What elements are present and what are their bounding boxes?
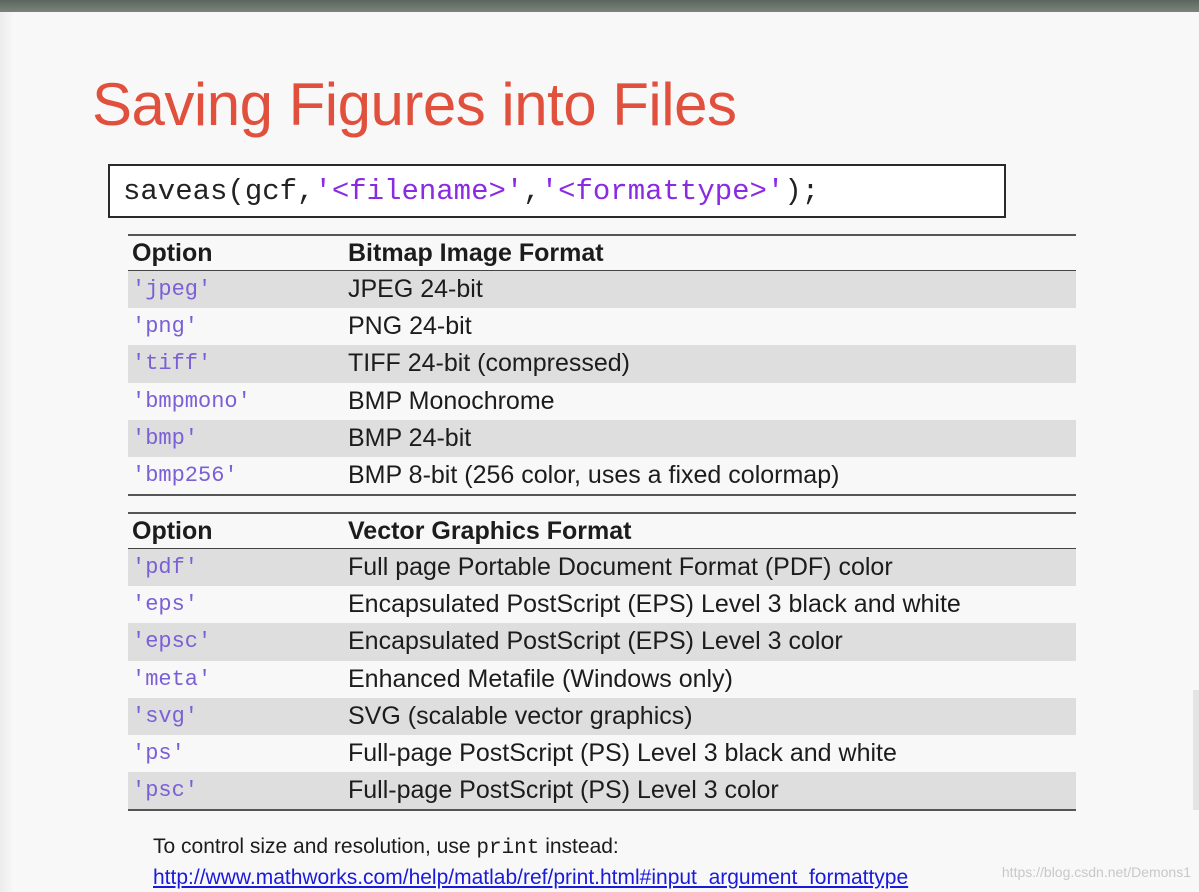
option-cell: 'epsc' [132,629,212,655]
table-header: Option Bitmap Image Format [128,234,1076,271]
format-cell: BMP 8-bit (256 color, uses a fixed color… [348,461,840,490]
bitmap-format-table: Option Bitmap Image Format 'jpeg' JPEG 2… [128,234,1076,497]
table-header: Option Vector Graphics Format [128,512,1076,549]
header-option: Option [132,238,213,267]
format-cell: Full page Portable Document Format (PDF)… [348,553,893,582]
slide-title: Saving Figures into Files [92,71,737,138]
left-edge-shadow [0,12,14,892]
format-cell: SVG (scalable vector graphics) [348,701,693,730]
table-row: 'bmpmono' BMP Monochrome [128,383,1076,420]
option-cell: 'tiff' [132,351,212,377]
footer-text-after: instead: [539,835,619,858]
table-row: 'eps' Encapsulated PostScript (EPS) Leve… [128,586,1076,623]
format-cell: BMP Monochrome [348,386,555,415]
documentation-link[interactable]: http://www.mathworks.com/help/matlab/ref… [153,866,908,890]
watermark: https://blog.csdn.net/Demons1 [1001,864,1191,880]
window-top-bar [0,0,1199,12]
table-row: 'png' PNG 24-bit [128,308,1076,345]
table-row: 'psc' Full-page PostScript (PS) Level 3 … [128,772,1076,810]
footer-text-before: To control size and resolution, use [153,835,477,858]
table-bottom-rule [128,809,1076,812]
code-filename-arg: '<filename>' [314,175,524,208]
format-cell: PNG 24-bit [348,312,472,341]
vector-format-table: Option Vector Graphics Format 'pdf' Full… [128,512,1076,812]
table-row: 'bmp256' BMP 8-bit (256 color, uses a fi… [128,457,1076,494]
option-cell: 'pdf' [132,555,199,581]
header-format: Vector Graphics Format [348,516,632,545]
table-row: 'bmp' BMP 24-bit [128,419,1076,457]
table-bottom-rule [128,494,1076,497]
table-row: 'pdf' Full page Portable Document Format… [128,549,1076,587]
format-cell: TIFF 24-bit (compressed) [348,349,631,378]
table-row: 'ps' Full-page PostScript (PS) Level 3 b… [128,735,1076,772]
option-cell: 'png' [132,314,199,340]
format-cell: Full-page PostScript (PS) Level 3 black … [348,739,897,768]
header-option: Option [132,516,213,545]
option-cell: 'ps' [132,741,185,767]
table-row: 'jpeg' JPEG 24-bit [128,271,1076,309]
format-cell: JPEG 24-bit [348,275,483,304]
footer-note: To control size and resolution, use prin… [153,835,619,860]
format-cell: Full-page PostScript (PS) Level 3 color [348,776,779,805]
code-prefix: saveas(gcf, [123,175,315,208]
code-suffix: ); [784,175,820,208]
format-cell: Encapsulated PostScript (EPS) Level 3 bl… [348,590,961,619]
format-cell: BMP 24-bit [348,423,472,452]
table-row: 'tiff' TIFF 24-bit (compressed) [128,345,1076,383]
option-cell: 'bmpmono' [132,388,251,414]
code-separator: , [523,175,541,208]
format-cell: Encapsulated PostScript (EPS) Level 3 co… [348,627,843,656]
format-cell: Enhanced Metafile (Windows only) [348,664,733,693]
option-cell: 'jpeg' [132,277,212,303]
table-row: 'epsc' Encapsulated PostScript (EPS) Lev… [128,623,1076,661]
table-row: 'meta' Enhanced Metafile (Windows only) [128,661,1076,698]
option-cell: 'meta' [132,666,212,692]
table-row: 'svg' SVG (scalable vector graphics) [128,697,1076,735]
header-format: Bitmap Image Format [348,238,604,267]
option-cell: 'svg' [132,703,199,729]
option-cell: 'psc' [132,778,199,804]
option-cell: 'bmp256' [132,463,238,489]
option-cell: 'bmp' [132,425,199,451]
right-edge-shadow [1193,690,1199,810]
code-snippet-box: saveas(gcf,'<filename>','<formattype>'); [108,164,1006,218]
footer-code-word: print [476,837,540,860]
option-cell: 'eps' [132,592,199,618]
code-formattype-arg: '<formattype>' [540,175,785,208]
